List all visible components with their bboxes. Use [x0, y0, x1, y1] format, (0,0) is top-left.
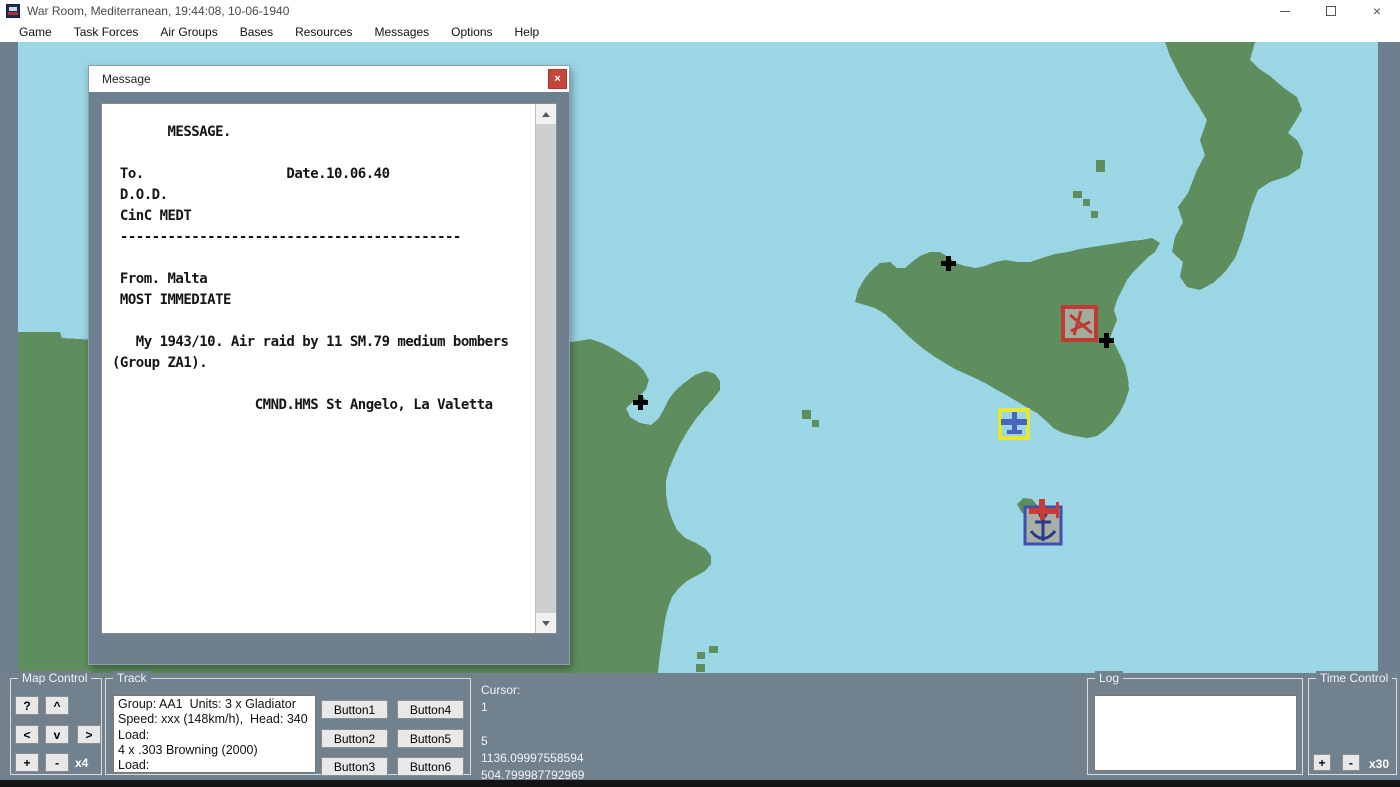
island-aeolian-4 [1091, 211, 1098, 218]
track-button2[interactable]: Button2 [321, 729, 388, 748]
scroll-down-icon [542, 621, 550, 626]
menu-options[interactable]: Options [440, 22, 503, 42]
message-dialog: Message × MESSAGE. To. Date.10.06.40 D.O… [88, 65, 570, 665]
map-control-label: Map Control [18, 671, 91, 685]
window-controls: × [1262, 0, 1400, 22]
island-aeolian-1 [1096, 160, 1105, 172]
track-label: Track [113, 671, 151, 685]
app-icon [6, 4, 20, 18]
track-info-box: Group: AA1 Units: 3 x Gladiator Speed: x… [113, 695, 316, 773]
naval-base-malta[interactable] [1025, 499, 1061, 544]
track-group: Track Group: AA1 Units: 3 x Gladiator Sp… [105, 678, 471, 775]
track-button4[interactable]: Button4 [397, 700, 464, 719]
time-slower-button[interactable]: - [1342, 754, 1360, 771]
minimize-icon [1280, 11, 1290, 12]
taskbar-strip [0, 780, 1400, 787]
scroll-up-icon [542, 112, 550, 117]
map-control-group: Map Control ? ^ < v > + - x4 [10, 678, 102, 775]
map-pan-right-button[interactable]: > [77, 725, 101, 744]
menu-resources[interactable]: Resources [284, 22, 363, 42]
map-help-button[interactable]: ? [15, 696, 39, 715]
cursor-readout: Cursor: 1 5 1136.09997558594 504.7999877… [481, 682, 584, 784]
dialog-title: Message [102, 66, 151, 92]
log-box [1094, 695, 1297, 771]
map-pan-up-button[interactable]: ^ [45, 696, 69, 715]
message-body: MESSAGE. To. Date.10.06.40 D.O.D. CinC M… [101, 103, 557, 634]
map-pan-down-button[interactable]: v [45, 725, 69, 744]
menu-game[interactable]: Game [8, 22, 63, 42]
island-egadi-1 [802, 410, 811, 419]
menu-messages[interactable]: Messages [363, 22, 440, 42]
air-group-marker-selected[interactable] [1000, 410, 1028, 438]
menu-bar: Game Task Forces Air Groups Bases Resour… [0, 22, 1400, 42]
island-aeolian-3 [1083, 199, 1090, 206]
message-text: MESSAGE. To. Date.10.06.40 D.O.D. CinC M… [102, 104, 535, 633]
map-zoom-in-button[interactable]: + [15, 753, 39, 772]
close-button[interactable]: × [1354, 0, 1400, 22]
menu-bases[interactable]: Bases [229, 22, 284, 42]
time-control-label: Time Control [1316, 671, 1392, 685]
track-button1[interactable]: Button1 [321, 700, 388, 719]
minimize-button[interactable] [1262, 0, 1308, 22]
track-info-text: Group: AA1 Units: 3 x Gladiator Speed: x… [114, 696, 315, 773]
maximize-button[interactable] [1308, 0, 1354, 22]
menu-air-groups[interactable]: Air Groups [149, 22, 228, 42]
window-title: War Room, Mediterranean, 19:44:08, 10-06… [27, 0, 289, 22]
control-panel: Map Control ? ^ < v > + - x4 Track Group… [0, 673, 1400, 780]
log-label: Log [1095, 671, 1123, 685]
track-button3[interactable]: Button3 [321, 757, 388, 776]
time-control-group: Time Control + - x30 [1308, 678, 1397, 775]
message-scrollbar[interactable] [535, 104, 556, 633]
island-kerkennah-2 [697, 652, 705, 659]
time-faster-button[interactable]: + [1313, 754, 1331, 771]
island-kerkennah-1 [709, 646, 718, 653]
island-egadi-2 [812, 420, 819, 427]
close-icon: × [1373, 4, 1381, 18]
map-pan-left-button[interactable]: < [15, 725, 39, 744]
scroll-up-button[interactable] [536, 104, 556, 124]
island-aeolian-2 [1073, 191, 1082, 198]
island-kerkennah-3 [696, 664, 705, 672]
window-titlebar: War Room, Mediterranean, 19:44:08, 10-06… [0, 0, 1400, 22]
restore-icon [1326, 6, 1336, 16]
dialog-titlebar[interactable]: Message × [89, 66, 569, 92]
scroll-down-button[interactable] [536, 613, 556, 633]
map-zoom-factor: x4 [75, 756, 88, 770]
track-button5[interactable]: Button5 [397, 729, 464, 748]
time-rate: x30 [1369, 757, 1389, 771]
menu-task-forces[interactable]: Task Forces [63, 22, 150, 42]
log-group: Log [1087, 678, 1303, 775]
airfield-marker-sicily[interactable] [1063, 307, 1096, 340]
track-button6[interactable]: Button6 [397, 757, 464, 776]
dialog-close-button[interactable]: × [548, 69, 567, 89]
menu-help[interactable]: Help [504, 22, 551, 42]
map-zoom-out-button[interactable]: - [45, 753, 69, 772]
